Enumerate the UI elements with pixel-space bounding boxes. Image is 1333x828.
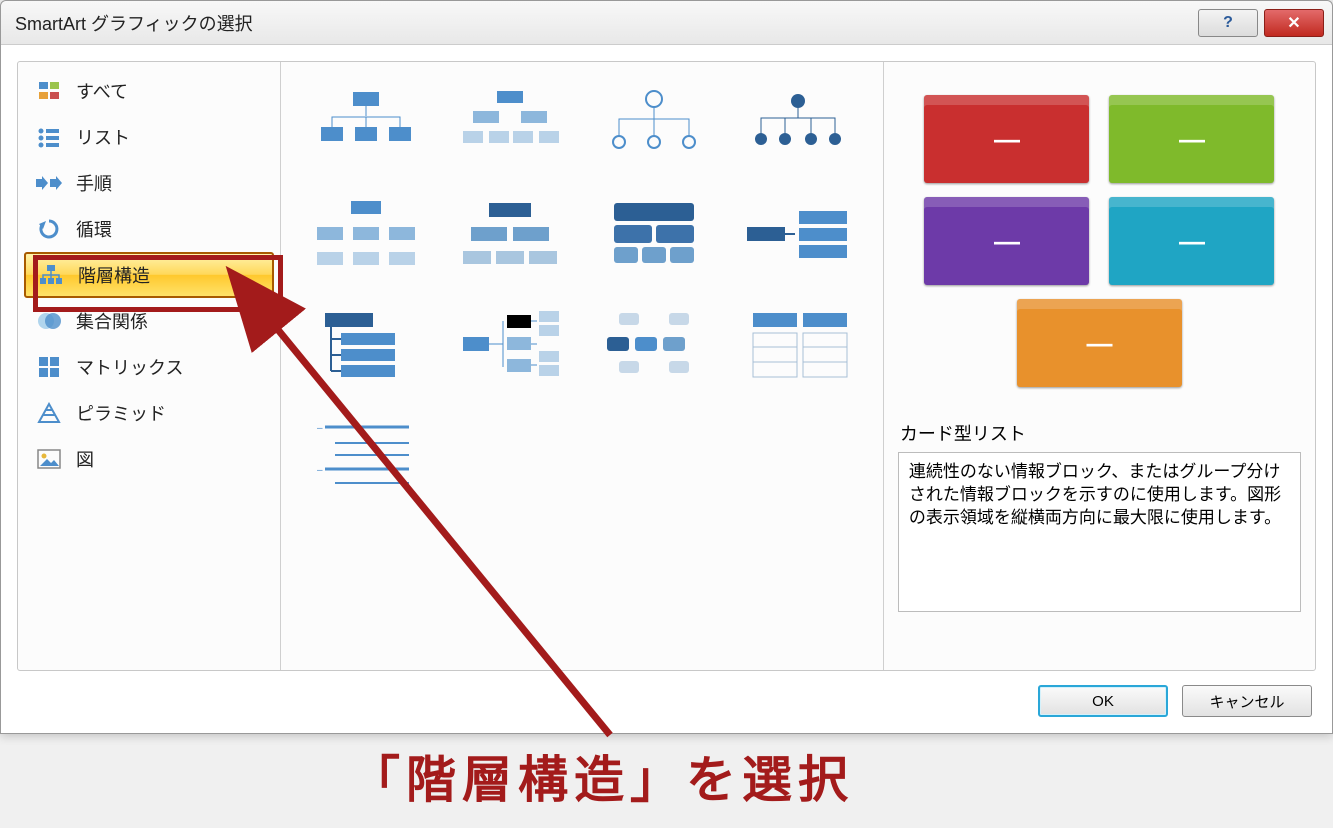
- close-button[interactable]: ✕: [1264, 9, 1324, 37]
- preview-card: —: [924, 197, 1089, 285]
- category-matrix[interactable]: マトリックス: [18, 344, 280, 390]
- layout-thumb[interactable]: [589, 82, 719, 167]
- category-sidebar: すべて リスト 手順: [18, 62, 281, 670]
- annotation-text: 「階層構造」を選択: [350, 740, 854, 812]
- category-label: 手順: [76, 170, 112, 196]
- relationship-icon: [36, 310, 62, 332]
- svg-text:–: –: [317, 423, 323, 434]
- picture-icon: [36, 448, 62, 470]
- layout-thumb[interactable]: [445, 302, 575, 387]
- title-bar: SmartArt グラフィックの選択 ? ✕: [1, 1, 1332, 45]
- category-label: ピラミッド: [76, 400, 166, 426]
- svg-text:–: –: [317, 465, 323, 476]
- category-label: リスト: [76, 124, 130, 150]
- process-icon: [36, 172, 62, 194]
- layout-gallery: ––: [281, 62, 883, 670]
- dialog-buttons: OK キャンセル: [17, 671, 1316, 717]
- category-picture[interactable]: 図: [18, 436, 280, 482]
- preview-card: —: [1017, 299, 1182, 387]
- layout-thumb[interactable]: ––: [301, 412, 431, 497]
- category-label: 階層構造: [78, 262, 150, 288]
- category-cycle[interactable]: 循環: [18, 206, 280, 252]
- cycle-icon: [36, 218, 62, 240]
- pyramid-icon: [36, 402, 62, 424]
- layout-thumb[interactable]: [445, 82, 575, 167]
- layout-thumb[interactable]: [445, 192, 575, 277]
- layout-thumb[interactable]: [733, 82, 863, 167]
- matrix-icon: [36, 356, 62, 378]
- preview-card: —: [1109, 95, 1274, 183]
- category-label: 図: [76, 446, 94, 472]
- layout-thumb[interactable]: [733, 192, 863, 277]
- category-label: すべて: [76, 78, 128, 104]
- category-label: 集合関係: [76, 308, 148, 334]
- all-icon: [36, 80, 62, 102]
- category-label: マトリックス: [76, 354, 183, 380]
- cancel-button[interactable]: キャンセル: [1182, 685, 1312, 717]
- category-list[interactable]: リスト: [18, 114, 280, 160]
- category-hierarchy[interactable]: 階層構造: [24, 252, 274, 298]
- help-button[interactable]: ?: [1198, 9, 1258, 37]
- preview-canvas: — — — — —: [898, 76, 1301, 406]
- smartart-dialog: SmartArt グラフィックの選択 ? ✕ すべて: [0, 0, 1333, 734]
- layout-thumb[interactable]: [301, 302, 431, 387]
- layout-thumb[interactable]: [589, 192, 719, 277]
- close-icon: ✕: [1287, 13, 1300, 33]
- layout-thumb[interactable]: [301, 192, 431, 277]
- category-pyramid[interactable]: ピラミッド: [18, 390, 280, 436]
- preview-pane: — — — — — カード型リスト 連続性のない情報ブロック、またはグループ分け…: [883, 62, 1315, 670]
- category-label: 循環: [76, 216, 112, 242]
- help-icon: ?: [1223, 14, 1233, 32]
- layout-thumb[interactable]: [589, 302, 719, 387]
- preview-card: —: [924, 95, 1089, 183]
- preview-title: カード型リスト: [900, 420, 1301, 446]
- content-panel: すべて リスト 手順: [17, 61, 1316, 671]
- category-all[interactable]: すべて: [18, 68, 280, 114]
- layout-thumb[interactable]: [733, 302, 863, 387]
- category-process[interactable]: 手順: [18, 160, 280, 206]
- layout-thumb[interactable]: [301, 82, 431, 167]
- dialog-title: SmartArt グラフィックの選択: [15, 10, 1198, 36]
- hierarchy-icon: [38, 264, 64, 286]
- preview-description: 連続性のない情報ブロック、またはグループ分けされた情報ブロックを示すのに使用しま…: [898, 452, 1301, 612]
- preview-card: —: [1109, 197, 1274, 285]
- ok-button[interactable]: OK: [1038, 685, 1168, 717]
- list-icon: [36, 126, 62, 148]
- category-relationship[interactable]: 集合関係: [18, 298, 280, 344]
